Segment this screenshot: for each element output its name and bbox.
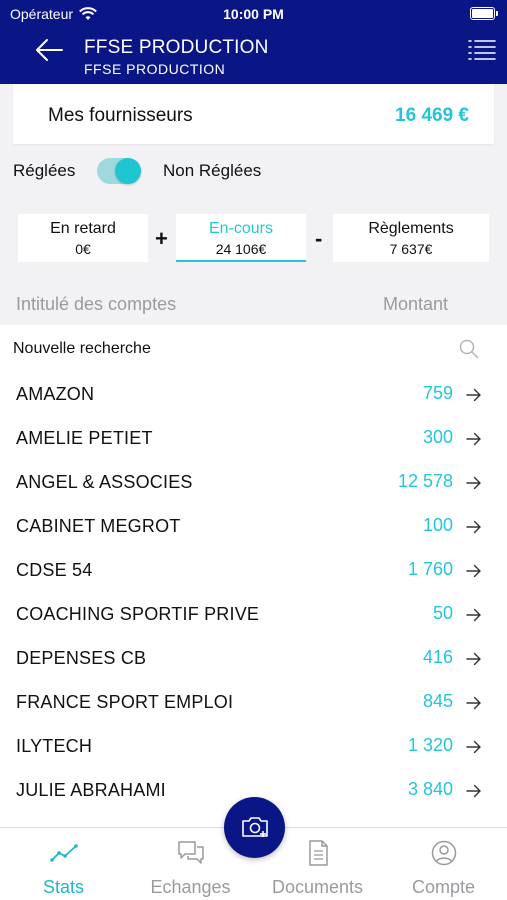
account-amount: 100 [422,515,453,535]
arrow-right-icon [466,432,481,446]
search-row [0,325,507,373]
arrow-right-icon [466,520,481,534]
tabbar-label: Stats [42,877,85,897]
payment-status-filter: Réglées Non Réglées [13,158,494,184]
filter-label-non-reglees: Non Réglées [163,161,262,180]
search-icon[interactable] [459,339,479,359]
plus-operator: + [155,226,168,251]
summary-label: Mes fournisseurs [48,105,193,126]
tab-label: Règlements [368,220,454,237]
column-header-amount[interactable]: Montant [383,294,448,315]
arrow-right-icon [466,476,481,490]
account-row-cdse-54[interactable]: CDSE 54 1 760 [0,549,507,593]
account-amount: 1 320 [407,735,453,755]
account-row-france-sport-emploi[interactable]: FRANCE SPORT EMPLOI 845 [0,681,507,725]
account-name: AMELIE PETIET [16,428,153,448]
account-row-depenses-cb[interactable]: DEPENSES CB 416 [0,637,507,681]
list-menu-icon[interactable] [467,38,497,62]
account-amount: 1 760 [407,559,453,579]
page-subtitle: FFSE PRODUCTION [84,61,226,77]
tab-value: 7 637€ [389,241,433,257]
account-amount: 845 [422,691,453,711]
tab-reglements[interactable]: Règlements 7 637€ [333,214,489,262]
account-row-coaching-sportif-prive[interactable]: COACHING SPORTIF PRIVE 50 [0,593,507,637]
account-amount: 759 [422,383,453,403]
page-title: FFSE PRODUCTION [84,37,269,58]
arrow-right-icon [466,696,481,710]
tab-value: 0€ [75,241,91,257]
tabbar-label: Documents [271,877,364,897]
tabbar-label: Compte [411,877,476,897]
account-name: DEPENSES CB [16,648,147,668]
back-arrow-icon[interactable] [34,36,64,64]
arrow-right-icon [466,608,481,622]
arrow-right-icon [466,784,481,798]
filter-label-reglees: Réglées [13,161,76,180]
paid-unpaid-toggle[interactable] [97,158,141,184]
summary-total: 16 469 € [395,105,469,126]
status-time: 10:00 PM [223,6,284,22]
tabbar-stats[interactable]: Stats [0,828,127,900]
arrow-right-icon [466,388,481,402]
search-input[interactable] [13,338,433,360]
account-name: JULIE ABRAHAMI [16,780,166,800]
stats-icon [49,844,78,862]
tab-label: En retard [50,220,116,237]
arrow-right-icon [466,564,481,578]
minus-operator: - [315,226,323,251]
accounts-list: AMAZON 759 AMELIE PETIET 300 ANGEL & ASS… [0,325,507,835]
account-amount: 12 578 [397,471,453,491]
account-name: COACHING SPORTIF PRIVE [16,604,260,624]
account-name: AMAZON [16,384,95,404]
account-row-ilytech[interactable]: ILYTECH 1 320 [0,725,507,769]
account-name: ILYTECH [16,736,93,756]
battery-icon [470,7,498,20]
account-row-amazon[interactable]: AMAZON 759 [0,373,507,417]
arrow-right-icon [466,740,481,754]
account-amount: 416 [422,647,453,667]
arrow-right-icon [466,652,481,666]
account-amount: 50 [432,603,453,623]
account-name: CABINET MEGROT [16,516,181,536]
tab-value: 24 106€ [215,241,267,257]
account-name: ANGEL & ASSOCIES [16,472,193,492]
app-header: Opérateur 10:00 PM FFSE PRODUCTION FFSE … [0,0,507,84]
camera-plus-icon [242,817,268,837]
account-row-cabinet-megrot[interactable]: CABINET MEGROT 100 [0,505,507,549]
account-amount: 3 840 [407,779,453,799]
column-header-name[interactable]: Intitulé des comptes [16,294,176,315]
tab-en-cours[interactable]: En-cours 24 106€ [176,214,306,262]
account-row-amelie-petiet[interactable]: AMELIE PETIET 300 [0,417,507,461]
toggle-knob [115,158,141,184]
account-name: CDSE 54 [16,560,93,580]
tab-en-retard[interactable]: En retard 0€ [18,214,148,262]
account-amount: 300 [422,427,453,447]
account-icon [431,840,456,866]
tab-label: En-cours [208,220,274,237]
suppliers-summary-card: Mes fournisseurs 16 469 € [13,84,494,144]
tabbar-compte[interactable]: Compte [380,828,507,900]
status-bar: Opérateur 10:00 PM [0,0,507,28]
account-name: FRANCE SPORT EMPLOI [16,692,234,712]
tabbar-label: Echanges [150,877,231,897]
account-row-angel-associes[interactable]: ANGEL & ASSOCIES 12 578 [0,461,507,505]
document-icon [308,840,328,866]
chat-icon [177,841,204,864]
camera-add-button[interactable] [224,797,285,858]
